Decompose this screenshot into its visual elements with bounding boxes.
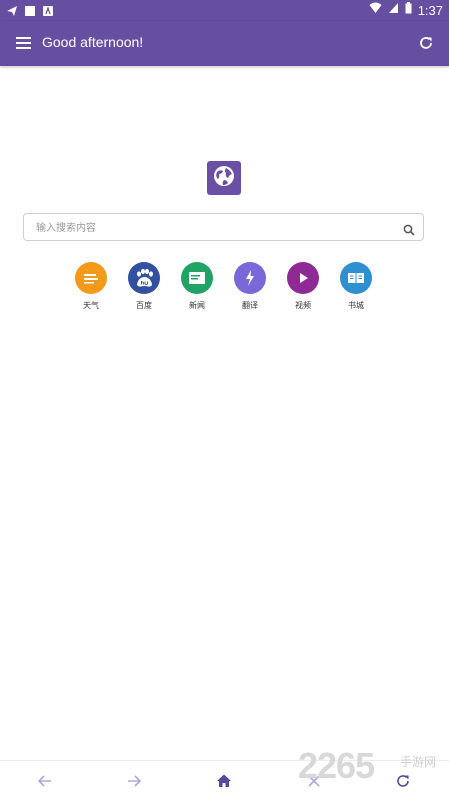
signal-icon: [388, 2, 399, 18]
app-toolbar: Good afternoon!: [0, 21, 449, 66]
shortcut-label: 书城: [348, 301, 364, 310]
news-icon: [181, 262, 213, 294]
search-box[interactable]: [23, 213, 424, 242]
status-left: [6, 2, 54, 21]
shortcut-video[interactable]: 视频: [286, 262, 320, 311]
shortcut-weather[interactable]: 天气: [74, 262, 108, 311]
shortcut-label: 视频: [295, 301, 311, 310]
shortcut-bookstore[interactable]: 书城: [339, 262, 373, 311]
shortcut-grid: 天气 百度 新闻 翻译 视频 书城: [74, 262, 374, 312]
forward-arrow-icon[interactable]: [125, 772, 143, 790]
globe-icon: [212, 164, 236, 192]
shortcut-label: 翻译: [242, 301, 258, 310]
telegram-icon: [6, 2, 18, 21]
home-icon[interactable]: [215, 772, 233, 790]
shortcut-baidu[interactable]: 百度: [127, 262, 161, 311]
menu-icon[interactable]: [16, 35, 32, 49]
shortcut-news[interactable]: 新闻: [180, 262, 214, 311]
shortcut-label: 百度: [136, 301, 152, 310]
watermark: 2265 手游网: [298, 745, 448, 786]
status-time: 1:37: [417, 2, 443, 18]
translate-icon: [234, 262, 266, 294]
weather-icon: [75, 262, 107, 294]
status-right: 1:37: [369, 2, 443, 18]
watermark-text: 手游网: [400, 755, 437, 769]
book-icon: [340, 262, 372, 294]
shortcut-label: 新闻: [189, 301, 205, 310]
browser-logo: [207, 161, 241, 195]
status-bar: 1:37: [0, 0, 449, 21]
wifi-icon: [369, 2, 382, 18]
shortcut-translate[interactable]: 翻译: [233, 262, 267, 311]
back-arrow-icon[interactable]: [36, 772, 54, 790]
search-icon[interactable]: [403, 221, 415, 236]
video-icon: [287, 262, 319, 294]
square-icon: [24, 2, 36, 21]
refresh-icon[interactable]: [417, 34, 435, 52]
watermark-number: 2265: [298, 745, 375, 786]
toolbar-title: Good afternoon!: [42, 34, 144, 50]
shortcut-label: 天气: [83, 301, 99, 310]
app-icon: [42, 2, 54, 21]
battery-icon: [405, 2, 412, 18]
baidu-icon: [128, 262, 160, 294]
search-input[interactable]: [34, 214, 398, 242]
